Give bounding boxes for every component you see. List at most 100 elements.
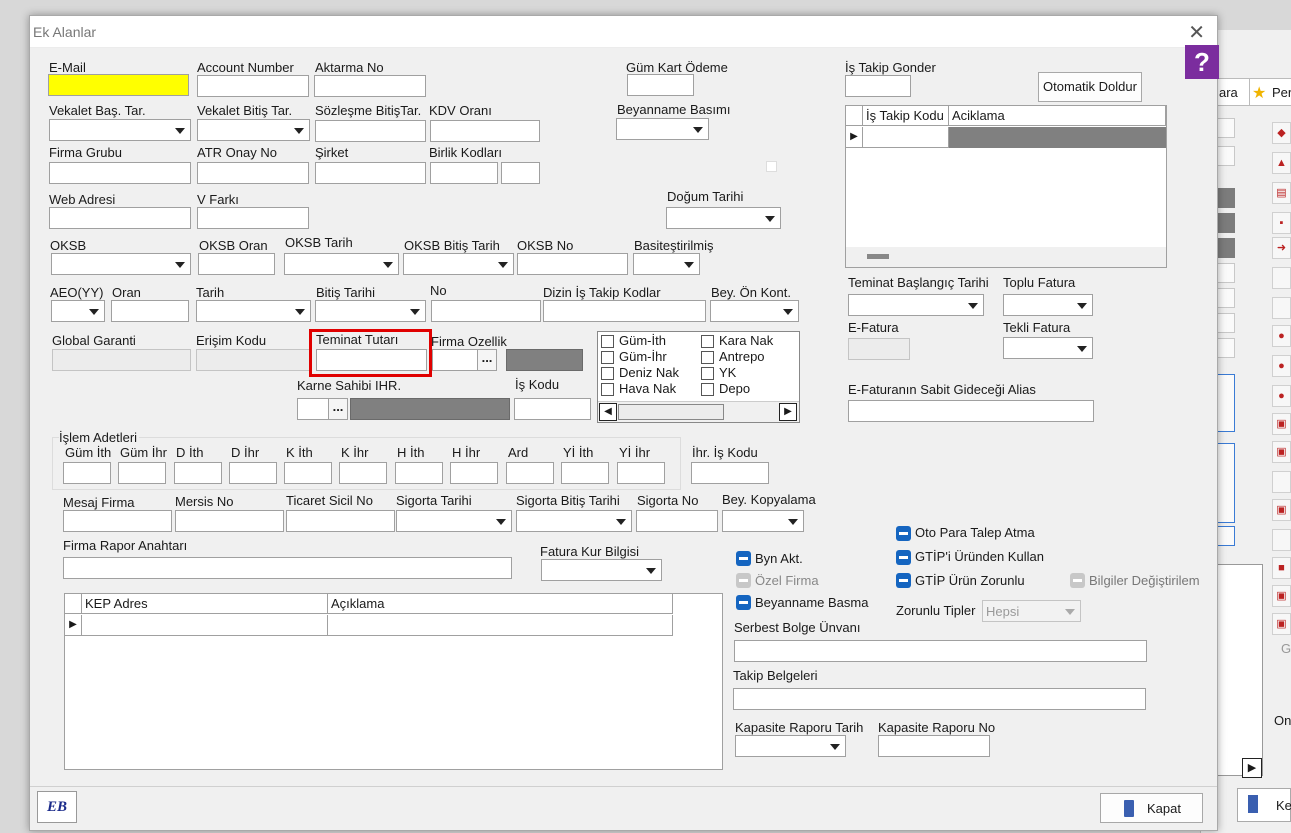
ticaret-sicil-no-input[interactable] [286, 510, 395, 532]
vekalet-bitis-select[interactable] [197, 119, 310, 141]
depo-checkbox[interactable] [701, 383, 714, 396]
teminat-baslangic-select[interactable] [848, 294, 984, 316]
islem-count-input[interactable] [63, 462, 111, 484]
firma-rapor-anahtari-input[interactable] [63, 557, 512, 579]
oksb-tarih-select[interactable] [284, 253, 399, 275]
beyanname-basimi-select[interactable] [616, 118, 709, 140]
dogum-tarihi-select[interactable] [666, 207, 781, 229]
toolbar-icon[interactable]: ▣ [1272, 613, 1291, 635]
background-field[interactable] [1217, 118, 1235, 138]
oto-para-toggle[interactable] [896, 526, 911, 541]
e-fatura-alias-input[interactable] [848, 400, 1094, 422]
kep-adres-cell[interactable] [82, 615, 328, 636]
hava-nak-checkbox[interactable] [601, 383, 614, 396]
background-ke-button[interactable]: Ke [1237, 788, 1291, 822]
karne-sahibi-input[interactable] [297, 398, 329, 420]
is-takip-kodu-column-header[interactable]: İş Takip Kodu [863, 106, 949, 126]
toolbar-icon[interactable]: ■ [1272, 557, 1291, 579]
email-input[interactable] [48, 74, 189, 96]
web-adresi-input[interactable] [49, 207, 191, 229]
gtip-zorunlu-toggle[interactable] [896, 573, 911, 588]
toolbar-icon[interactable]: ▣ [1272, 499, 1291, 521]
gum-kart-odeme-input[interactable] [627, 74, 694, 96]
firma-ozellik-input[interactable] [432, 349, 480, 371]
gum-ith-checkbox[interactable] [601, 335, 614, 348]
vekalet-bas-select[interactable] [49, 119, 191, 141]
toolbar-icon[interactable]: ▣ [1272, 441, 1291, 463]
karne-sahibi-browse-button[interactable]: ... [328, 398, 348, 420]
oksb-no-input[interactable] [517, 253, 628, 275]
kep-adres-column-header[interactable]: KEP Adres [82, 594, 328, 614]
sozlesme-bitis-input[interactable] [315, 120, 426, 142]
toolbar-icon[interactable]: ▲ [1272, 152, 1291, 174]
background-field[interactable] [1217, 263, 1235, 283]
aciklama-column-header[interactable]: Açıklama [328, 594, 673, 614]
ozel-firma-toggle[interactable] [736, 573, 751, 588]
islem-count-input[interactable] [118, 462, 166, 484]
background-field[interactable] [1217, 288, 1235, 308]
deniz-nak-checkbox[interactable] [601, 367, 614, 380]
basitestirilmis-select[interactable] [633, 253, 700, 275]
ihr-is-kodu-input[interactable] [691, 462, 769, 484]
toolbar-icon[interactable]: ● [1272, 325, 1291, 347]
oksb-select[interactable] [51, 253, 191, 275]
atr-onay-no-input[interactable] [197, 162, 309, 184]
tarih-select[interactable] [196, 300, 311, 322]
sigorta-tarihi-select[interactable] [396, 510, 512, 532]
aeo-yy-select[interactable] [51, 300, 105, 322]
kdv-orani-input[interactable] [430, 120, 540, 142]
toolbar-icon[interactable] [1272, 267, 1291, 289]
toolbar-icon[interactable]: ▤ [1272, 182, 1291, 204]
islem-count-input[interactable] [561, 462, 609, 484]
v-farki-input[interactable] [197, 207, 309, 229]
toolbar-icon[interactable] [1272, 297, 1291, 319]
aktarma-no-input[interactable] [314, 75, 426, 97]
islem-count-input[interactable] [229, 462, 277, 484]
background-per-button[interactable]: ★ Per [1249, 78, 1291, 106]
islem-count-input[interactable] [617, 462, 665, 484]
dizin-is-takip-input[interactable] [543, 300, 706, 322]
islem-count-input[interactable] [174, 462, 222, 484]
toolbar-icon[interactable]: ▣ [1272, 585, 1291, 607]
zorunlu-tipler-select[interactable]: Hepsi [982, 600, 1081, 622]
help-icon[interactable]: ? [1185, 45, 1219, 79]
scroll-thumb[interactable] [618, 404, 724, 420]
gum-ihr-checkbox[interactable] [601, 351, 614, 364]
eb-logo[interactable]: EB [37, 791, 77, 823]
aciklama-cell[interactable] [949, 127, 1166, 148]
gtip-urunden-toggle[interactable] [896, 550, 911, 565]
is-kodu-input[interactable] [514, 398, 591, 420]
sigorta-no-input[interactable] [636, 510, 718, 532]
aciklama-cell[interactable] [328, 615, 673, 636]
scroll-left-arrow-icon[interactable]: ◀ [599, 403, 617, 421]
sirket-input[interactable] [315, 162, 426, 184]
toolbar-icon[interactable]: ● [1272, 385, 1291, 407]
byn-akt-toggle[interactable] [736, 551, 751, 566]
oksb-oran-input[interactable] [198, 253, 275, 275]
bey-on-kont-select[interactable] [710, 300, 799, 322]
bey-kopyalama-select[interactable] [722, 510, 804, 532]
kapasite-tarih-select[interactable] [735, 735, 846, 757]
background-field[interactable] [1217, 313, 1235, 333]
arrow-icon[interactable]: ➜ [1272, 237, 1291, 259]
scroll-right-arrow-icon[interactable]: ▶ [1242, 758, 1262, 778]
scroll-right-arrow-icon[interactable]: ▶ [779, 403, 797, 421]
close-icon[interactable]: ✕ [1188, 20, 1205, 45]
kara-nak-checkbox[interactable] [701, 335, 714, 348]
bilgiler-degistirilem-toggle[interactable] [1070, 573, 1085, 588]
toolbar-icon[interactable]: ▪ [1272, 212, 1291, 234]
toolbar-icon[interactable]: ● [1272, 355, 1291, 377]
bitis-tarihi-select[interactable] [315, 300, 426, 322]
scroll-thumb[interactable] [867, 254, 889, 259]
background-field[interactable] [1217, 526, 1235, 546]
grid-scrollbar[interactable] [846, 247, 1166, 267]
is-takip-kodu-cell[interactable] [863, 127, 949, 148]
background-field[interactable] [1217, 338, 1235, 358]
oran-input[interactable] [111, 300, 189, 322]
toolbar-icon[interactable] [1272, 529, 1291, 551]
kapasite-no-input[interactable] [878, 735, 990, 757]
islem-count-input[interactable] [284, 462, 332, 484]
firma-ozellik-browse-button[interactable]: ... [477, 349, 497, 371]
tekli-fatura-select[interactable] [1003, 337, 1093, 359]
firma-grubu-input[interactable] [49, 162, 191, 184]
